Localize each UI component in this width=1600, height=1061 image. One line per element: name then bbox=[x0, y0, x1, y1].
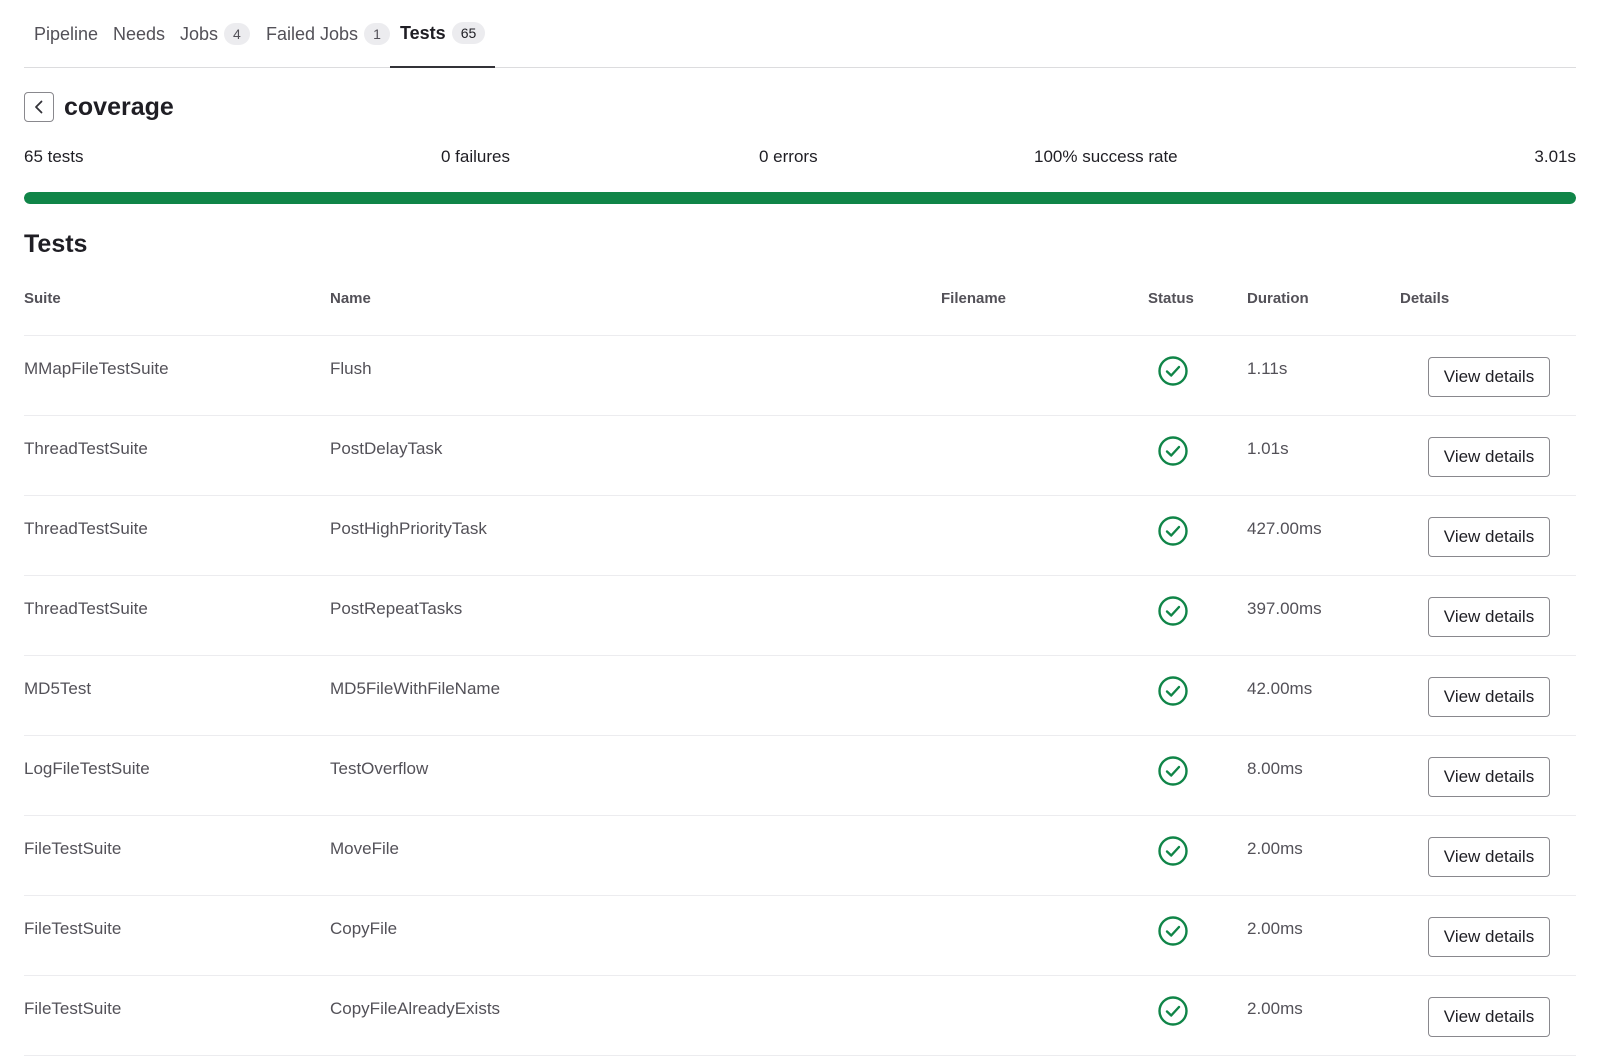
cell-name: MoveFile bbox=[330, 839, 399, 858]
table-row: MMapFileTestSuite Flush 1.11s View details bbox=[24, 336, 1576, 416]
check-circle-icon bbox=[1157, 515, 1189, 547]
tab-jobs[interactable]: Jobs 4 bbox=[170, 0, 260, 68]
tests-table: Suite Name Filename Status Duration Deta… bbox=[24, 286, 1576, 1056]
summary-duration: 3.01s bbox=[1534, 147, 1576, 166]
cell-name: PostRepeatTasks bbox=[330, 599, 463, 618]
tab-pipeline[interactable]: Pipeline bbox=[24, 0, 108, 68]
cell-suite: MMapFileTestSuite bbox=[24, 359, 169, 378]
cell-duration: 397.00ms bbox=[1247, 599, 1322, 618]
cell-suite: LogFileTestSuite bbox=[24, 759, 150, 778]
tab-count-badge: 4 bbox=[224, 23, 250, 45]
view-details-button[interactable]: View details bbox=[1428, 437, 1550, 477]
summary-errors: 0 errors bbox=[759, 147, 818, 166]
cell-duration: 2.00ms bbox=[1247, 999, 1303, 1018]
cell-name: MD5FileWithFileName bbox=[330, 679, 501, 698]
table-row: FileTestSuite CopyFile 2.00ms View details bbox=[24, 896, 1576, 976]
view-details-button[interactable]: View details bbox=[1428, 917, 1550, 957]
summary-tests: 65 tests bbox=[24, 147, 84, 166]
table-row: FileTestSuite MoveFile 2.00ms View details bbox=[24, 816, 1576, 896]
check-circle-icon bbox=[1157, 355, 1189, 387]
column-header-status: Status bbox=[1148, 290, 1194, 307]
cell-duration: 42.00ms bbox=[1247, 679, 1313, 698]
column-header-filename: Filename bbox=[941, 290, 1007, 307]
cell-suite: MD5Test bbox=[24, 679, 92, 698]
check-circle-icon bbox=[1157, 755, 1189, 787]
view-details-button[interactable]: View details bbox=[1428, 757, 1550, 797]
cell-suite: ThreadTestSuite bbox=[24, 599, 148, 618]
table-row: LogFileTestSuite TestOverflow 8.00ms View d… bbox=[24, 736, 1576, 816]
tab-label: Jobs bbox=[180, 23, 219, 44]
tab-needs[interactable]: Needs bbox=[103, 0, 175, 68]
table-body: MMapFileTestSuite Flush 1.11s View details T… bbox=[24, 336, 1576, 1056]
check-circle-icon bbox=[1157, 675, 1189, 707]
cell-suite: FileTestSuite bbox=[24, 919, 122, 938]
cell-duration: 2.00ms bbox=[1247, 919, 1303, 938]
view-details-button[interactable]: View details bbox=[1428, 677, 1550, 717]
back-button[interactable] bbox=[24, 92, 54, 122]
summary-failures: 0 failures bbox=[441, 147, 510, 166]
tab-tests[interactable]: Tests 65 bbox=[390, 0, 496, 68]
page-title: coverage bbox=[64, 93, 174, 121]
column-header-suite: Suite bbox=[24, 290, 61, 307]
column-header-name: Name bbox=[330, 290, 371, 307]
progress-fill bbox=[24, 192, 1576, 204]
view-details-button[interactable]: View details bbox=[1428, 597, 1550, 637]
cell-duration: 427.00ms bbox=[1247, 519, 1322, 538]
cell-suite: FileTestSuite bbox=[24, 839, 122, 858]
check-circle-icon bbox=[1157, 915, 1189, 947]
table-row: FileTestSuite CopyFileAlreadyExists 2.00ms… bbox=[24, 976, 1576, 1056]
view-details-button[interactable]: View details bbox=[1428, 517, 1550, 557]
cell-name: PostDelayTask bbox=[330, 439, 443, 458]
check-circle-icon bbox=[1157, 595, 1189, 627]
cell-suite: FileTestSuite bbox=[24, 999, 122, 1018]
summary-success-rate: 100% success rate bbox=[1034, 147, 1178, 166]
table-row: ThreadTestSuite PostDelayTask 1.01s View de… bbox=[24, 416, 1576, 496]
check-circle-icon bbox=[1157, 995, 1189, 1027]
view-details-button[interactable]: View details bbox=[1428, 837, 1550, 877]
tab-label: Tests bbox=[400, 22, 446, 43]
cell-name: TestOverflow bbox=[330, 759, 429, 778]
column-header-details: Details bbox=[1400, 290, 1450, 307]
cell-duration: 1.01s bbox=[1247, 439, 1289, 458]
table-header: Suite Name Filename Status Duration Deta… bbox=[24, 286, 1576, 336]
success-progress-bar bbox=[24, 192, 1576, 204]
tab-count-badge: 1 bbox=[364, 23, 390, 45]
view-details-button[interactable]: View details bbox=[1428, 357, 1550, 397]
section-title: Tests bbox=[24, 230, 88, 258]
table-row: MD5Test MD5FileWithFileName 42.00ms View de… bbox=[24, 656, 1576, 736]
cell-suite: ThreadTestSuite bbox=[24, 439, 148, 458]
cell-duration: 1.11s bbox=[1247, 359, 1288, 378]
tab-bar: Pipeline Needs Jobs 4 Failed Jobs 1 Test… bbox=[24, 0, 1576, 68]
tab-label: Pipeline bbox=[34, 23, 99, 44]
cell-duration: 8.00ms bbox=[1247, 759, 1303, 778]
cell-name: CopyFileAlreadyExists bbox=[330, 999, 501, 1018]
column-header-duration: Duration bbox=[1247, 290, 1309, 307]
tab-count-badge: 65 bbox=[451, 22, 486, 44]
cell-name: Flush bbox=[330, 359, 372, 378]
table-row: ThreadTestSuite PostHighPriorityTask 427.0… bbox=[24, 496, 1576, 576]
view-details-button[interactable]: View details bbox=[1428, 997, 1550, 1037]
chevron-left-icon bbox=[35, 100, 43, 114]
check-circle-icon bbox=[1157, 835, 1189, 867]
tab-failed-jobs[interactable]: Failed Jobs 1 bbox=[256, 0, 400, 68]
tab-label: Failed Jobs bbox=[266, 23, 359, 44]
cell-duration: 2.00ms bbox=[1247, 839, 1303, 858]
cell-suite: ThreadTestSuite bbox=[24, 519, 148, 538]
table-row: ThreadTestSuite PostRepeatTasks 397.00ms Vi… bbox=[24, 576, 1576, 656]
check-circle-icon bbox=[1157, 435, 1189, 467]
tab-label: Needs bbox=[113, 23, 166, 44]
cell-name: CopyFile bbox=[330, 919, 398, 938]
cell-name: PostHighPriorityTask bbox=[330, 519, 487, 538]
